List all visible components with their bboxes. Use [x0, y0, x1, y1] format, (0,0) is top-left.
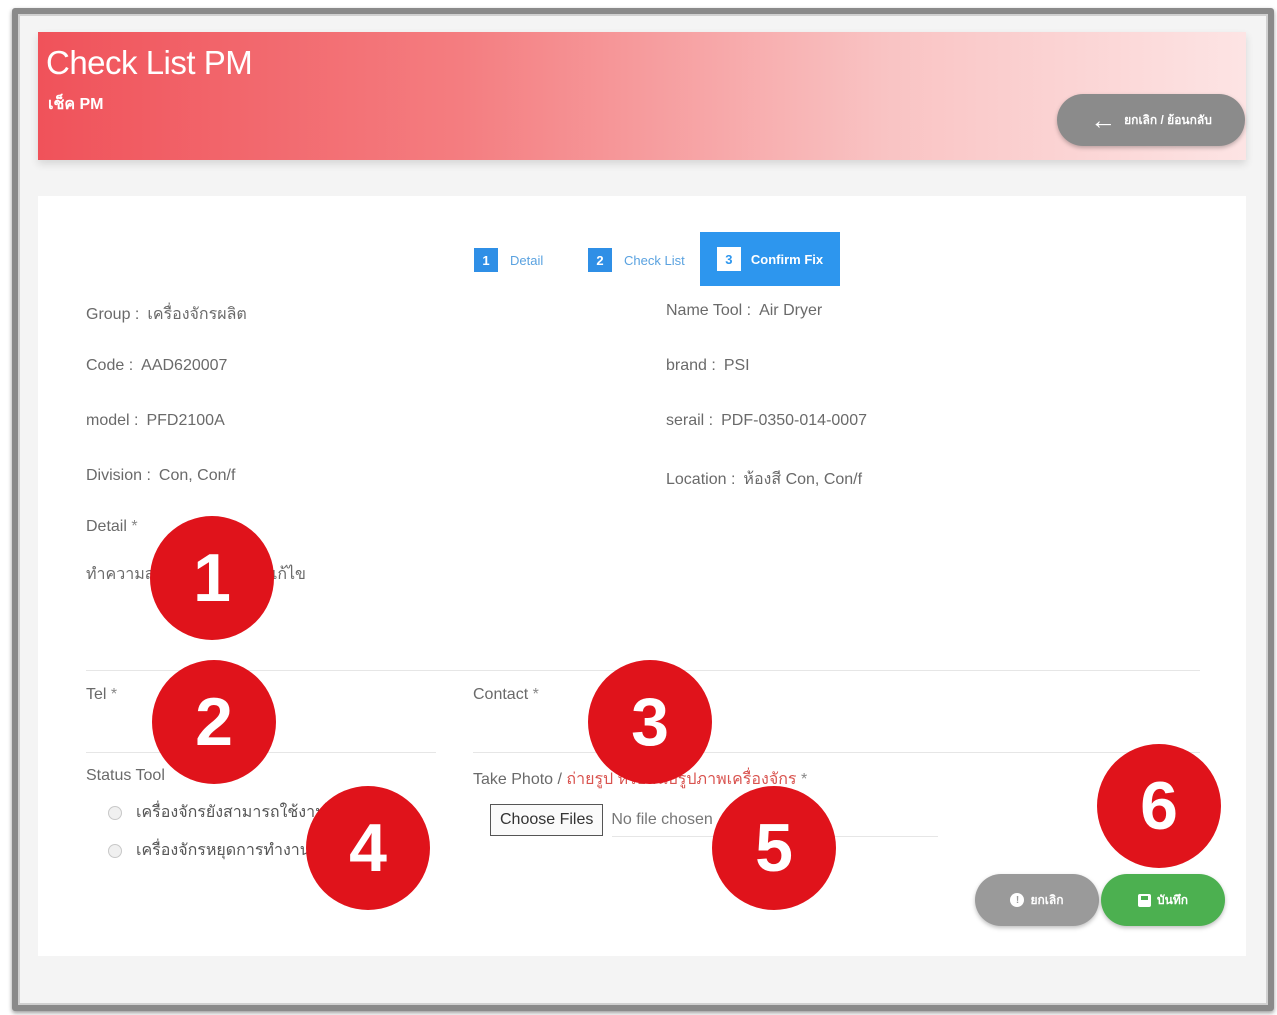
tab-check-list[interactable]: 2 Check List — [588, 248, 685, 272]
radio-button[interactable] — [108, 843, 122, 858]
step-number: 2 — [588, 248, 612, 272]
photo-file-input[interactable]: Choose Files No file chosen — [490, 804, 713, 836]
status-option-working[interactable]: เครื่องจักรยังสามารถใช้งานได้ — [108, 800, 344, 825]
annotation-marker-5: 5 — [712, 786, 836, 910]
annotation-marker-6: 6 — [1097, 744, 1221, 868]
radio-button[interactable] — [108, 805, 122, 820]
contact-input[interactable] — [473, 752, 1200, 753]
cancel-button-label: ยกเลิก — [1030, 892, 1064, 907]
location-field: Location : ห้องสี Con, Con/f — [666, 471, 863, 488]
detail-label: Detail * — [86, 518, 138, 535]
save-button-label: บันทึก — [1157, 892, 1188, 907]
annotation-marker-4: 4 — [306, 786, 430, 910]
step-label: Check List — [624, 252, 685, 268]
back-button[interactable]: ← ยกเลิก / ย้อนกลับ — [1057, 94, 1245, 146]
annotation-marker-3: 3 — [588, 660, 712, 784]
step-label: Detail — [510, 252, 544, 268]
step-label: Confirm Fix — [750, 251, 824, 267]
page-subtitle: เช็ค PM — [48, 96, 104, 113]
brand-field: brand : PSI — [666, 357, 750, 374]
division-field: Division : Con, Con/f — [86, 467, 236, 484]
step-number: 3 — [716, 247, 741, 271]
serial-field: serail : PDF-0350-014-0007 — [666, 412, 867, 429]
status-tool-label: Status Tool — [86, 767, 165, 784]
info-icon: ! — [1010, 893, 1025, 907]
cancel-button[interactable]: ! ยกเลิก — [975, 874, 1099, 926]
status-option-stopped[interactable]: เครื่องจักรหยุดการทำงาน — [108, 838, 311, 863]
file-status: No file chosen — [611, 811, 713, 828]
arrow-left-icon: ← — [1090, 105, 1117, 135]
tab-confirm-fix[interactable]: 3 Confirm Fix — [700, 232, 840, 286]
tab-detail[interactable]: 1 Detail — [474, 248, 543, 272]
annotation-marker-1: 1 — [150, 516, 274, 640]
group-field: Group : เครื่องจักรผลิต — [86, 306, 247, 323]
choose-files-button[interactable]: Choose Files — [490, 804, 604, 836]
code-field: Code : AAD620007 — [86, 357, 228, 374]
save-icon — [1138, 893, 1151, 907]
name-tool-field: Name Tool : Air Dryer — [666, 302, 823, 319]
status-option-label: เครื่องจักรหยุดการทำงาน — [136, 842, 311, 859]
model-field: model : PFD2100A — [86, 412, 225, 429]
back-button-label: ยกเลิก / ย้อนกลับ — [1124, 112, 1212, 127]
annotation-marker-2: 2 — [152, 660, 276, 784]
tel-label: Tel * — [86, 686, 118, 703]
step-number: 1 — [474, 248, 498, 272]
contact-label: Contact * — [473, 686, 539, 703]
save-button[interactable]: บันทึก — [1101, 874, 1225, 926]
page-title: Check List PM — [46, 44, 253, 81]
